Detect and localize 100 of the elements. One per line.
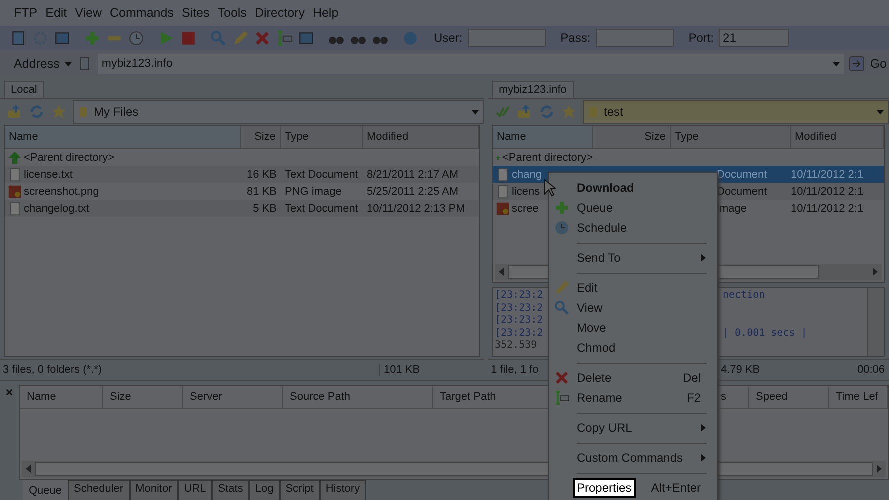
column-header[interactable]: Size [593,126,671,148]
folder-up-icon[interactable] [517,104,533,120]
queue-tab[interactable]: History [320,480,366,500]
column-header[interactable]: Name [493,126,593,148]
menu-item[interactable]: Properties [575,480,634,496]
menu-item[interactable]: Commands [110,6,174,20]
pane-tab[interactable]: mybiz123.info [492,81,574,98]
menu-item[interactable]: Send To [575,250,623,266]
column-header[interactable]: Server [183,386,283,408]
caret-icon[interactable] [833,62,840,66]
file-type: PNG image [284,186,343,198]
menu-item[interactable]: Schedule [575,220,630,236]
clock-icon[interactable] [128,30,145,46]
queue-tab[interactable]: Script [280,480,320,500]
address-dropdown[interactable]: Address [14,57,60,71]
scroll-left-icon[interactable] [26,465,31,473]
file-size: 16 KB [246,168,278,180]
column-header[interactable]: Source Path [283,386,433,408]
clock-icon [554,220,570,236]
column-header[interactable]: Speed [749,386,829,408]
path-dropdown[interactable]: test [583,100,889,124]
scroll-right-icon[interactable] [873,268,878,276]
file-type: Text Document [284,168,360,180]
menu-item[interactable]: Download [575,180,636,196]
menu-item[interactable]: Help [312,6,339,20]
status-text: 4.79 KB [720,364,760,376]
menu-item[interactable]: Copy URL [575,420,634,436]
menu-item[interactable]: FTP [14,6,38,20]
address-field[interactable]: mybiz123.info [98,54,844,74]
menu-item[interactable]: Directory [254,6,305,20]
file-modified: 10/11/2012 2:13 PM [366,202,466,214]
search-icon[interactable] [210,30,227,46]
delete-icon [554,370,570,386]
menu-item[interactable]: Tools [218,6,247,20]
pencil-icon[interactable] [232,30,249,46]
star-icon[interactable] [561,104,577,120]
delete-icon[interactable] [254,30,271,46]
queue-tab[interactable]: Stats [212,480,250,500]
file-name[interactable]: licens [512,186,540,198]
vertical-scrollbar[interactable] [867,288,884,356]
column-header[interactable]: Size [103,386,183,408]
caret-icon[interactable] [472,110,479,114]
stop-icon[interactable] [180,30,197,46]
submenu-arrow-icon [701,424,707,432]
search-icon [554,300,570,316]
column-header[interactable]: Name [20,386,103,408]
column-header[interactable]: Time Lef [829,386,888,408]
menu-item[interactable]: Edit [575,280,600,296]
user-field[interactable] [468,29,546,47]
refresh-icon[interactable] [539,104,555,120]
file-name[interactable]: chang [512,168,542,180]
scroll-left-icon[interactable] [499,268,504,276]
file-name[interactable]: license.txt [24,168,73,180]
column-header[interactable]: Size [241,126,281,148]
column-header[interactable]: Name [5,126,241,148]
column-header[interactable]: Type [671,126,791,148]
port-field[interactable]: 21 [719,29,790,47]
image-file-icon [496,202,510,216]
close-icon[interactable] [6,389,13,396]
menu-item[interactable]: Move [575,320,608,336]
shortcut-text: Alt+Enter [651,481,701,495]
column-header[interactable]: Modified [363,126,479,148]
menu-item[interactable]: Rename [575,390,624,406]
file-name[interactable]: screenshot.png [24,186,100,198]
menu-item[interactable]: Queue [575,200,616,216]
user-label: User: [434,31,463,45]
column-header[interactable]: Modified [791,126,884,148]
menu-item[interactable]: Delete [575,370,614,386]
star-icon[interactable] [51,104,67,120]
text-file-icon [496,168,510,182]
menu-item[interactable]: Sites [182,6,210,20]
plus-icon[interactable] [84,30,101,46]
pass-field[interactable] [596,29,674,47]
queue-tab[interactable]: Monitor [130,480,178,500]
play-icon[interactable] [158,30,175,46]
file-name[interactable]: scree [512,202,539,214]
checkmark-icon[interactable] [495,104,511,120]
rename-icon[interactable] [276,30,293,46]
queue-tab[interactable]: URL [178,480,212,500]
file-name[interactable]: <Parent directory> [24,152,114,164]
queue-tab[interactable]: Log [249,480,280,500]
queue-tab[interactable]: Queue [23,480,68,500]
caret-icon[interactable] [64,62,72,66]
path-dropdown[interactable]: My Files [73,100,484,124]
caret-icon[interactable] [877,110,884,114]
refresh-icon[interactable] [29,104,45,120]
menu-item[interactable]: Custom Commands [575,450,686,466]
file-name[interactable]: changelog.txt [24,202,90,214]
go-button[interactable]: Go [870,57,889,71]
queue-tab[interactable]: Scheduler [68,480,130,500]
column-header[interactable]: Type [281,126,363,148]
menu-item[interactable]: Edit [46,6,68,20]
menu-item[interactable]: View [575,300,605,316]
menu-item[interactable]: Chmod [575,340,618,356]
log-text: [23:23:2 [495,290,544,302]
file-name[interactable]: <Parent directory> [502,152,593,164]
pane-tab[interactable]: Local [4,81,44,98]
menu-item[interactable]: View [75,6,102,20]
scroll-right-icon[interactable] [877,465,882,473]
folder-up-icon[interactable] [7,104,23,120]
